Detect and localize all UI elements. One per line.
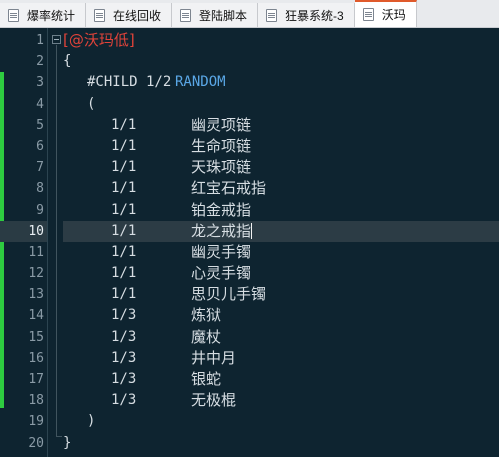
item-name: 红宝石戒指 <box>191 179 267 198</box>
drop-rate: 1/1 <box>111 180 137 197</box>
item-name: 幽灵项链 <box>191 115 252 134</box>
drop-rate: 1/1 <box>111 243 137 260</box>
code-line[interactable]: { <box>63 51 499 72</box>
code-line[interactable]: 1/3 炼狱 <box>63 305 499 326</box>
code-line[interactable]: 1/1 铂金戒指 <box>63 200 499 221</box>
code-line[interactable]: } <box>63 433 499 454</box>
file-icon <box>362 8 374 21</box>
tab-online-recycle[interactable]: 在线回收 <box>86 3 173 27</box>
line-number: 18 <box>28 393 44 409</box>
code-text: ( <box>87 95 96 112</box>
code-line[interactable]: ( <box>63 94 499 115</box>
item-name: 幽灵手镯 <box>191 242 252 261</box>
item-name: 银蛇 <box>191 370 222 388</box>
drop-rate: 1/1 <box>111 201 137 218</box>
fold-guide-line <box>56 45 57 437</box>
item-name: 天珠项链 <box>191 158 252 177</box>
code-line[interactable]: 1/1 幽灵项链 <box>63 115 499 136</box>
code-text: ) <box>87 413 96 430</box>
code-line[interactable]: #CHILD 1/2 RANDOM <box>63 72 499 93</box>
random-keyword: RANDOM <box>175 74 226 91</box>
tab-label: 爆率统计 <box>27 8 76 23</box>
item-name: 无极棍 <box>191 391 237 410</box>
drop-rate: 1/3 <box>111 371 137 387</box>
section-header: [@沃玛低] <box>63 31 135 49</box>
item-name: 生命项链 <box>191 136 252 155</box>
tab-berserk-system[interactable]: 狂暴系统-3 <box>258 3 355 27</box>
file-icon <box>180 8 192 22</box>
line-number: 13 <box>28 287 44 303</box>
item-name: 心灵手镯 <box>191 264 252 283</box>
item-name: 思贝儿手镯 <box>191 285 267 304</box>
drop-rate: 1/3 <box>111 349 137 366</box>
file-icon <box>266 8 278 22</box>
code-line[interactable]: 1/1 龙之戒指 <box>63 220 499 242</box>
line-number: 14 <box>28 308 44 324</box>
tab-label: 登陆脚本 <box>199 8 248 23</box>
item-name: 魔杖 <box>191 327 222 346</box>
text-cursor <box>251 222 253 239</box>
tab-label: 在线回收 <box>113 8 162 23</box>
fold-collapse-icon[interactable] <box>52 35 61 44</box>
code-line[interactable]: 1/3 银蛇 <box>63 369 499 390</box>
code-text: { <box>63 53 72 70</box>
line-number: 11 <box>28 244 44 260</box>
line-number: 9 <box>36 202 44 218</box>
code-line[interactable]: 1/1 天珠项链 <box>63 157 499 178</box>
drop-rate: 1/1 <box>111 222 137 239</box>
line-number: 2 <box>36 54 44 70</box>
code-area[interactable]: [@沃玛低]{#CHILD 1/2 RANDOM(1/1 幽灵项链 1/1 生命项链 1/… <box>63 30 499 454</box>
tab-bar: 爆率统计 在线回收 登陆脚本 狂暴系统-3 沃玛 <box>0 0 499 28</box>
drop-rate: 1/1 <box>111 116 137 133</box>
item-name: 井中月 <box>191 348 237 367</box>
code-line[interactable]: [@沃玛低] <box>63 30 499 51</box>
tab-login-script[interactable]: 登陆脚本 <box>172 3 259 27</box>
item-name: 炼狱 <box>191 306 222 325</box>
code-line[interactable]: 1/3 魔杖 <box>63 327 499 348</box>
code-line[interactable]: 1/1 幽灵手镯 <box>63 242 499 263</box>
code-text: } <box>63 434 72 451</box>
tab-woma[interactable]: 沃玛 <box>354 0 417 27</box>
line-number: 12 <box>28 266 44 282</box>
line-number: 19 <box>28 414 44 430</box>
tab-label: 狂暴系统-3 <box>285 8 344 23</box>
line-number: 20 <box>28 435 44 451</box>
item-name: 龙之戒指 <box>191 221 253 240</box>
line-number: 16 <box>28 350 44 366</box>
child-directive: #CHILD 1/2 <box>87 74 172 91</box>
file-icon <box>8 8 19 22</box>
drop-rate: 1/1 <box>111 265 137 282</box>
code-line[interactable]: 1/1 心灵手镯 <box>63 263 499 284</box>
file-icon <box>94 8 106 22</box>
line-number: 17 <box>28 372 44 387</box>
line-number: 15 <box>28 329 44 345</box>
line-number: 1 <box>36 33 44 48</box>
drop-rate: 1/3 <box>111 392 137 409</box>
fold-guide-end <box>56 436 62 437</box>
line-number-gutter: 1 2 3 4 5 6 7 8 9 10 11 12 13 14 15 16 17 18 19 20 <box>0 28 48 457</box>
drop-rate: 1/1 <box>111 137 137 154</box>
code-line[interactable]: 1/1 生命项链 <box>63 136 499 157</box>
tab-label: 沃玛 <box>381 8 406 22</box>
line-number: 5 <box>36 117 44 133</box>
code-line[interactable]: 1/1 思贝儿手镯 <box>63 284 499 305</box>
code-editor[interactable]: 1 2 3 4 5 6 7 8 9 10 11 12 13 14 15 16 17 18 19 20 [@沃玛低]{#… <box>0 28 499 457</box>
line-number: 10 <box>0 220 47 242</box>
code-line[interactable]: 1/3 无极棍 <box>63 390 499 411</box>
code-line[interactable]: 1/1 红宝石戒指 <box>63 178 499 199</box>
line-number: 8 <box>36 181 44 197</box>
drop-rate: 1/1 <box>111 159 137 176</box>
line-number: 4 <box>36 96 44 112</box>
drop-rate: 1/1 <box>111 286 137 303</box>
drop-rate: 1/3 <box>111 328 137 345</box>
line-number: 6 <box>36 138 44 154</box>
tab-drop-stats[interactable]: 爆率统计 <box>0 3 87 27</box>
line-number: 3 <box>36 75 44 91</box>
code-line[interactable]: 1/3 井中月 <box>63 348 499 369</box>
item-name: 铂金戒指 <box>191 200 252 219</box>
code-line[interactable]: ) <box>63 411 499 432</box>
line-number: 7 <box>36 160 44 176</box>
drop-rate: 1/3 <box>111 307 137 324</box>
